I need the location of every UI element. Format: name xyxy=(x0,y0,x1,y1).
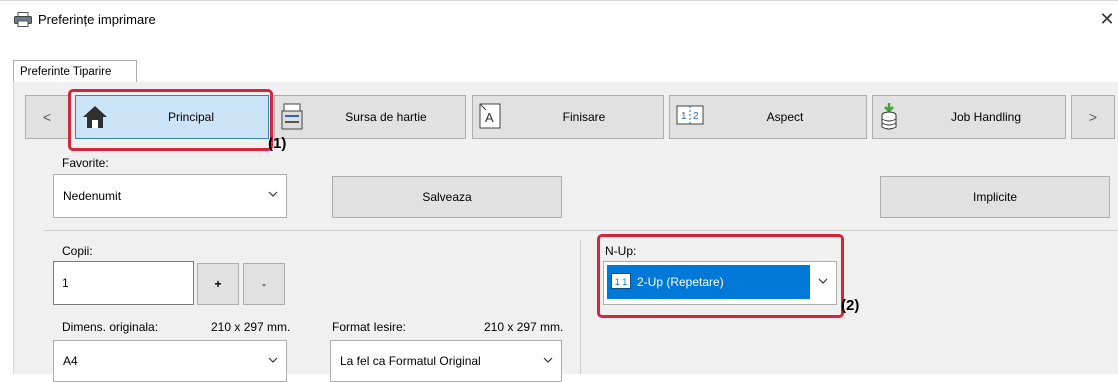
layout-icon: 1 2 xyxy=(676,105,704,125)
original-size-dims: 210 x 297 mm. xyxy=(211,320,291,334)
original-size-label: Dimens. originala: xyxy=(62,320,159,334)
original-size-value: A4 xyxy=(63,354,78,368)
chevron-down-icon xyxy=(543,357,553,363)
callout-highlight-1 xyxy=(68,89,273,151)
nav-item-aspect[interactable]: 1 2 Aspect xyxy=(669,95,867,139)
paper-tray-icon xyxy=(281,103,303,130)
close-icon[interactable]: ✕ xyxy=(1096,7,1118,31)
finishing-icon: A xyxy=(479,103,501,129)
copies-input[interactable]: 1 xyxy=(53,261,194,305)
output-format-dims: 210 x 297 mm. xyxy=(484,320,564,334)
nav-prev-button[interactable]: < xyxy=(25,95,69,139)
output-format-value: La fel ca Formatul Original xyxy=(340,354,481,368)
column-divider xyxy=(580,240,581,374)
section-divider xyxy=(44,230,1118,231)
chevron-down-icon xyxy=(268,357,278,363)
nav-item-finisare[interactable]: A Finisare xyxy=(472,95,664,139)
window-title: Preferințe imprimare xyxy=(38,12,156,27)
callout-label-1: (1) xyxy=(268,135,287,152)
tab-preferinte-tiparire[interactable]: Preferinte Tiparire xyxy=(13,60,137,83)
output-format-label: Format Iesire: xyxy=(332,320,407,334)
callout-label-2: (2) xyxy=(841,297,860,314)
save-button[interactable]: Salveaza xyxy=(332,176,562,218)
printer-icon xyxy=(14,12,32,27)
output-format-select[interactable]: La fel ca Formatul Original xyxy=(330,340,562,382)
favorites-label: Favorite: xyxy=(62,156,109,170)
callout-highlight-2 xyxy=(597,234,844,318)
favorites-value: Nedenumit xyxy=(63,189,122,203)
copies-value: 1 xyxy=(62,276,69,290)
job-handling-icon xyxy=(881,103,897,130)
copies-increment-button[interactable]: + xyxy=(197,263,239,305)
nav-next-button[interactable]: > xyxy=(1071,95,1115,139)
nav-item-label: Finisare xyxy=(562,110,606,124)
nav-item-label: Sursa de hartie xyxy=(345,110,427,124)
copies-decrement-button[interactable]: - xyxy=(243,263,285,305)
nav-item-label: Aspect xyxy=(766,110,804,124)
nav-item-job-handling[interactable]: Job Handling xyxy=(872,95,1066,139)
copies-label: Copii: xyxy=(62,244,93,258)
svg-text:2: 2 xyxy=(693,111,699,122)
favorites-select[interactable]: Nedenumit xyxy=(53,174,287,218)
original-size-select[interactable]: A4 xyxy=(53,340,287,382)
svg-text:A: A xyxy=(485,110,494,125)
title-bar: Preferințe imprimare ✕ xyxy=(0,0,1118,36)
svg-text:1: 1 xyxy=(681,111,687,122)
nav-item-sursa-de-hartie[interactable]: Sursa de hartie xyxy=(274,95,466,139)
nav-item-label: Job Handling xyxy=(950,110,1022,124)
chevron-down-icon xyxy=(268,191,278,197)
defaults-button[interactable]: Implicite xyxy=(880,176,1110,218)
